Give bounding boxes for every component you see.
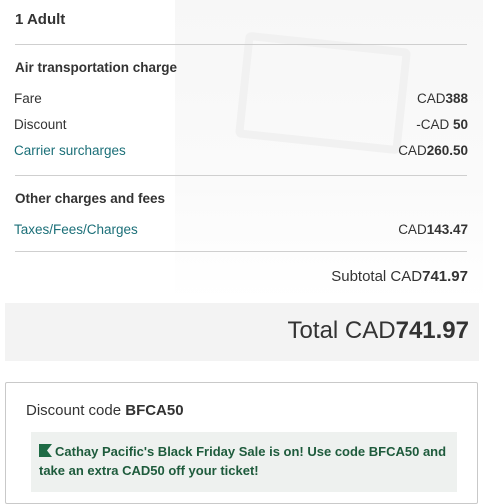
discount-label: Discount <box>14 117 67 132</box>
discount-row: Discount -CAD 50 <box>14 117 468 132</box>
flag-icon <box>39 444 52 457</box>
fare-label: Fare <box>14 91 42 106</box>
promo-text: Cathay Pacific's Black Friday Sale is on… <box>39 444 447 478</box>
fare-amount: CAD388 <box>416 91 468 106</box>
taxes-row: Taxes/Fees/Charges CAD143.47 <box>14 222 468 237</box>
air-charge-section-title: Air transportation charge <box>15 60 178 75</box>
promo-banner: Cathay Pacific's Black Friday Sale is on… <box>31 432 457 492</box>
carrier-surcharges-amount: CAD260.50 <box>398 143 468 158</box>
other-charges-section-title: Other charges and fees <box>15 191 166 206</box>
carrier-surcharges-row: Carrier surcharges CAD260.50 <box>14 143 468 158</box>
discount-amount: -CAD 50 <box>416 117 468 132</box>
carrier-surcharges-link[interactable]: Carrier surcharges <box>14 143 126 158</box>
divider <box>15 44 467 45</box>
subtotal: Subtotal CAD741.97 <box>331 268 468 285</box>
fare-row: Fare CAD388 <box>14 91 468 106</box>
discount-code-box: Discount code BFCA50 Cathay Pacific's Bl… <box>5 382 478 504</box>
discount-code-label: Discount code BFCA50 <box>26 402 184 419</box>
divider <box>15 175 467 176</box>
total-price: Total CAD741.97 <box>287 317 469 344</box>
total-bar: Total CAD741.97 <box>5 303 479 361</box>
taxes-fees-charges-link[interactable]: Taxes/Fees/Charges <box>14 222 138 237</box>
taxes-amount: CAD143.47 <box>398 222 468 237</box>
divider <box>15 251 467 252</box>
passenger-type-heading: 1 Adult <box>15 11 66 28</box>
